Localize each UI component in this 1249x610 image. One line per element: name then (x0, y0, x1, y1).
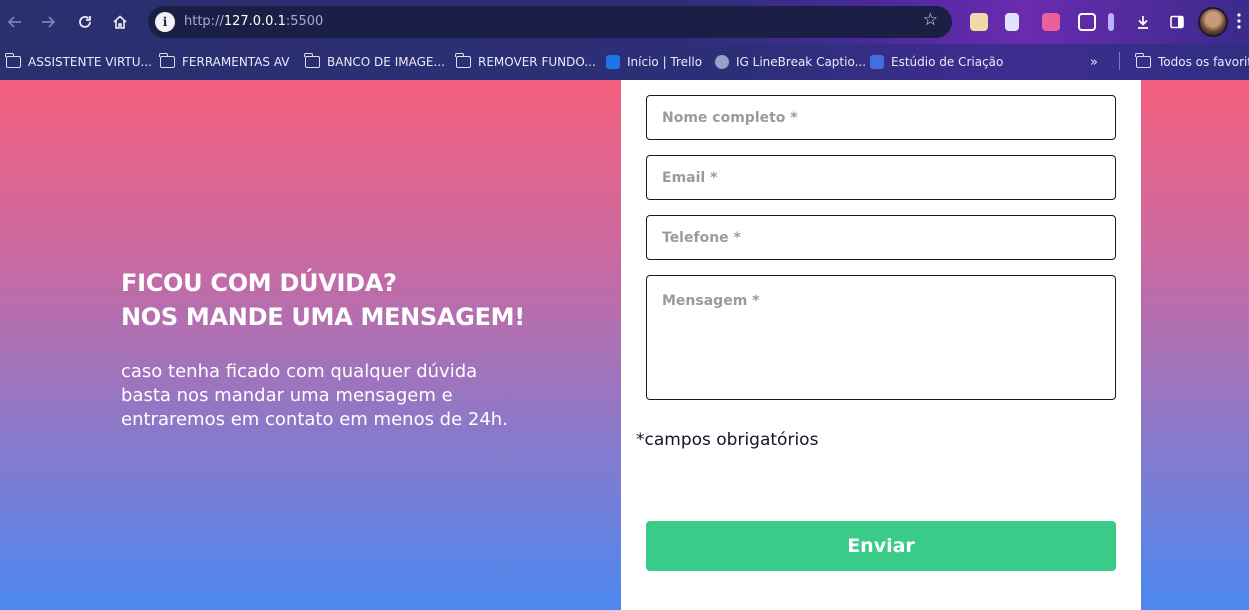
extensions-puzzle-icon[interactable] (1078, 13, 1096, 31)
bookmark-star-icon[interactable]: ☆ (923, 10, 938, 30)
browser-toolbar: i http://127.0.0.1:5500 ☆ (0, 0, 1249, 44)
bookmark-item[interactable]: ASSISTENTE VIRTU... (5, 52, 152, 72)
address-bar[interactable]: i http://127.0.0.1:5500 ☆ (148, 6, 952, 38)
extension-icon[interactable] (1005, 13, 1019, 31)
site-info-icon[interactable]: i (155, 12, 175, 32)
studio-icon (870, 55, 884, 69)
url-text: http://127.0.0.1:5500 (184, 14, 324, 29)
bookmarks-divider (1119, 52, 1120, 70)
contact-description: caso tenha ficado com qualquer dúvida ba… (121, 361, 508, 430)
trello-icon (606, 55, 620, 69)
folder-icon (159, 53, 175, 68)
contact-section: FICOU COM DÚVIDA? NOS MANDE UMA MENSAGEM… (0, 80, 1249, 610)
reload-icon[interactable] (70, 7, 100, 37)
globe-icon (715, 55, 729, 69)
forward-arrow-icon[interactable] (33, 7, 63, 37)
bookmark-item[interactable]: BANCO DE IMAGE... (304, 52, 445, 72)
bookmark-item[interactable]: Início | Trello (606, 52, 702, 72)
side-panel-icon[interactable] (1162, 7, 1192, 37)
extension-icon[interactable] (1108, 13, 1114, 31)
folder-icon (304, 53, 320, 68)
bookmark-item[interactable]: Estúdio de Criação (870, 52, 1003, 72)
message-textarea[interactable]: Mensagem * (646, 275, 1116, 400)
contact-form: Nome completo * Email * Telefone * Mensa… (621, 80, 1141, 610)
extension-icon[interactable] (970, 13, 988, 31)
bookmark-item[interactable]: Todos os favoritos (1135, 52, 1249, 72)
bookmark-item[interactable]: FERRAMENTAS AV (159, 52, 289, 72)
contact-info: FICOU COM DÚVIDA? NOS MANDE UMA MENSAGEM… (121, 266, 561, 432)
bookmark-item[interactable]: IG LineBreak Captio... (715, 52, 866, 72)
name-input[interactable]: Nome completo * (646, 95, 1116, 140)
contact-title: FICOU COM DÚVIDA? NOS MANDE UMA MENSAGEM… (121, 269, 525, 331)
profile-avatar[interactable] (1198, 7, 1228, 37)
folder-icon (1135, 53, 1151, 68)
extension-icon[interactable] (1042, 13, 1060, 31)
required-fields-note: *campos obrigatórios (636, 430, 819, 450)
folder-icon (455, 53, 471, 68)
bookmark-item[interactable]: REMOVER FUNDO... (455, 52, 596, 72)
submit-button[interactable]: Enviar (646, 521, 1116, 571)
download-icon[interactable] (1128, 7, 1158, 37)
browser-menu-icon[interactable] (1236, 12, 1246, 30)
back-arrow-icon[interactable] (0, 7, 30, 37)
email-input[interactable]: Email * (646, 155, 1116, 200)
folder-icon (5, 53, 21, 68)
bookmarks-bar: ASSISTENTE VIRTU... FERRAMENTAS AV BANCO… (0, 44, 1249, 80)
phone-input[interactable]: Telefone * (646, 215, 1116, 260)
more-bookmarks-chevron-icon[interactable]: » (1090, 52, 1098, 72)
home-icon[interactable] (105, 7, 135, 37)
